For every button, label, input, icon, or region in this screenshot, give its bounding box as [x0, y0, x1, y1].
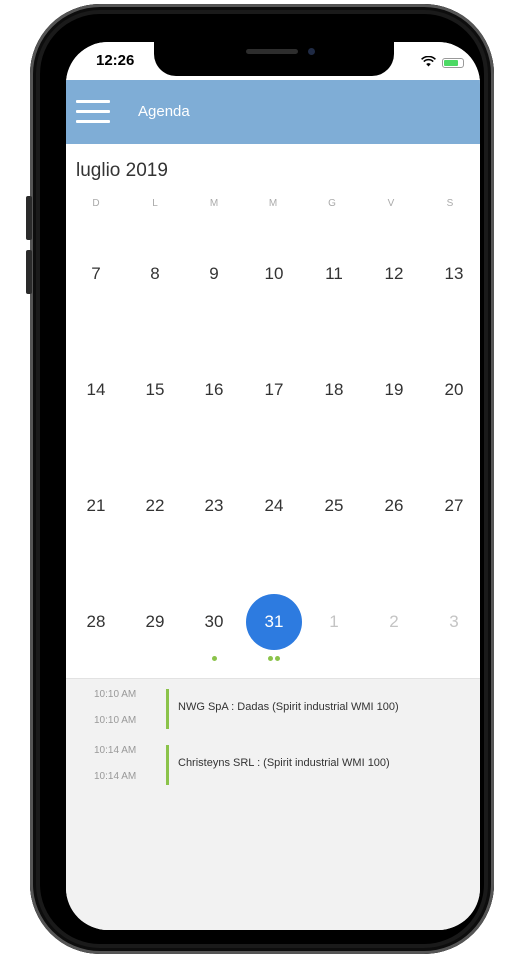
event-start-time: 10:14 AM: [94, 745, 137, 756]
month-title: luglio 2019: [76, 160, 168, 181]
event-end-time: 10:10 AM: [94, 715, 137, 726]
calendar-day[interactable]: 29: [127, 594, 183, 650]
weekday-label: M: [209, 198, 219, 209]
status-icons: [421, 54, 464, 72]
event-end-time: 10:14 AM: [94, 771, 137, 782]
calendar-day[interactable]: 23: [186, 478, 242, 534]
event-item[interactable]: 10:14 AM 10:14 AM Christeyns SRL : (Spir…: [66, 739, 480, 791]
event-dot: [268, 656, 273, 661]
weekday-label: L: [152, 198, 158, 209]
camera: [308, 48, 315, 55]
calendar-day[interactable]: 26: [366, 478, 422, 534]
calendar-day[interactable]: 25: [306, 478, 362, 534]
event-start-time: 10:10 AM: [94, 689, 137, 700]
event-title: Christeyns SRL : (Spirit industrial WMI …: [178, 757, 390, 769]
calendar-day[interactable]: 18: [306, 362, 362, 418]
weekday-label: M: [268, 198, 278, 209]
calendar-day[interactable]: 27: [426, 478, 480, 534]
calendar-day-selected[interactable]: 31: [246, 594, 302, 650]
weekday-label: S: [446, 198, 454, 209]
calendar-day[interactable]: 28: [68, 594, 124, 650]
calendar-day[interactable]: 22: [127, 478, 183, 534]
event-title: NWG SpA : Dadas (Spirit industrial WMI 1…: [178, 701, 399, 713]
event-color-bar: [166, 745, 169, 785]
calendar-day[interactable]: 24: [246, 478, 302, 534]
calendar-day[interactable]: 12: [366, 246, 422, 302]
volume-button: [26, 250, 32, 294]
weekday-header: D L M M G V S: [66, 198, 480, 212]
calendar-day[interactable]: 8: [127, 246, 183, 302]
mute-switch: [26, 196, 32, 240]
calendar-day[interactable]: 7: [68, 246, 124, 302]
event-color-bar: [166, 689, 169, 729]
weekday-label: G: [328, 198, 336, 209]
speaker: [246, 49, 298, 54]
notch: [154, 42, 394, 76]
status-time: 12:26: [96, 52, 135, 69]
status-bar: 12:26: [66, 42, 480, 80]
calendar-day[interactable]: 30: [186, 594, 242, 650]
calendar-day[interactable]: 13: [426, 246, 480, 302]
calendar-day-next-month[interactable]: 1: [306, 594, 362, 650]
calendar-day[interactable]: 11: [306, 246, 362, 302]
calendar-day[interactable]: 16: [186, 362, 242, 418]
event-dot: [275, 656, 280, 661]
calendar-day[interactable]: 15: [127, 362, 183, 418]
calendar-day[interactable]: 19: [366, 362, 422, 418]
menu-icon[interactable]: [76, 98, 112, 126]
calendar-day[interactable]: 9: [186, 246, 242, 302]
event-list: 10:10 AM 10:10 AM NWG SpA : Dadas (Spiri…: [66, 678, 480, 930]
calendar-day[interactable]: 17: [246, 362, 302, 418]
calendar-day[interactable]: 10: [246, 246, 302, 302]
app-bar: Agenda: [66, 80, 480, 144]
calendar-day-next-month[interactable]: 2: [366, 594, 422, 650]
app-title: Agenda: [138, 103, 190, 120]
weekday-label: D: [92, 198, 100, 209]
wifi-icon: [421, 54, 436, 72]
event-dot: [212, 656, 217, 661]
calendar-day[interactable]: 14: [68, 362, 124, 418]
phone-screen: 12:26 Agenda luglio 2019 D L M M G V S 7…: [66, 42, 480, 930]
calendar-day[interactable]: 20: [426, 362, 480, 418]
weekday-label: V: [387, 198, 395, 209]
event-item[interactable]: 10:10 AM 10:10 AM NWG SpA : Dadas (Spiri…: [66, 683, 480, 735]
calendar-day-next-month[interactable]: 3: [426, 594, 480, 650]
battery-icon: [442, 58, 464, 68]
calendar-day[interactable]: 21: [68, 478, 124, 534]
